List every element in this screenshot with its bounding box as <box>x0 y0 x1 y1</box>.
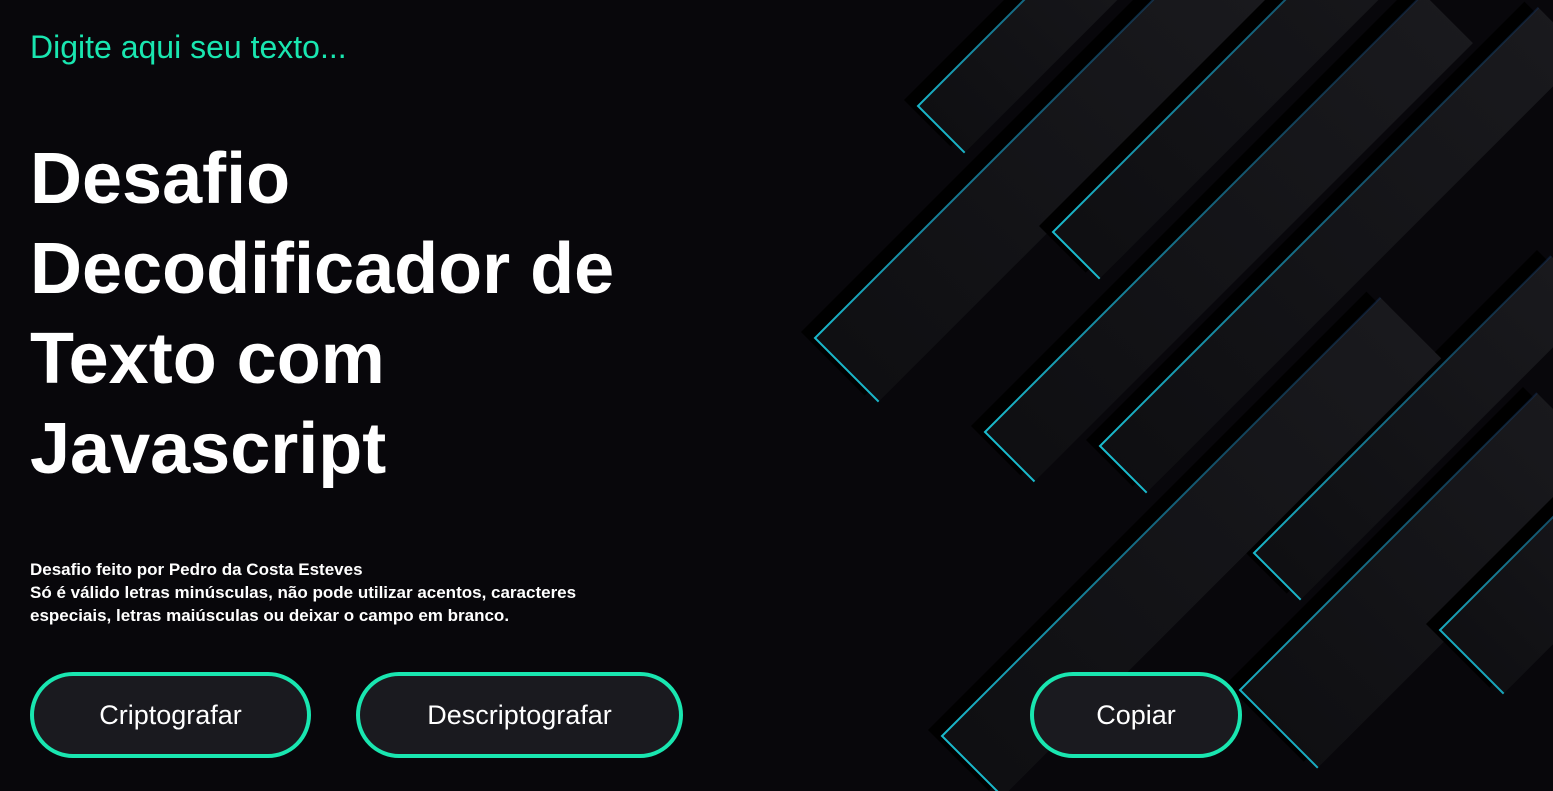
encrypt-button[interactable]: Criptografar <box>30 672 311 758</box>
app-page: Desafio Decodificador de Texto com Javas… <box>0 0 1553 791</box>
author-note: Desafio feito por Pedro da Costa Esteves <box>30 560 363 579</box>
copy-button[interactable]: Copiar <box>1030 672 1242 758</box>
rules-note: Só é válido letras minúsculas, não pode … <box>30 583 577 625</box>
decrypt-button[interactable]: Descriptografar <box>356 672 683 758</box>
page-title: Desafio Decodificador de Texto com Javas… <box>30 139 615 489</box>
description-block: Desafio feito por Pedro da Costa Esteves… <box>30 558 630 627</box>
text-input[interactable] <box>30 22 630 72</box>
